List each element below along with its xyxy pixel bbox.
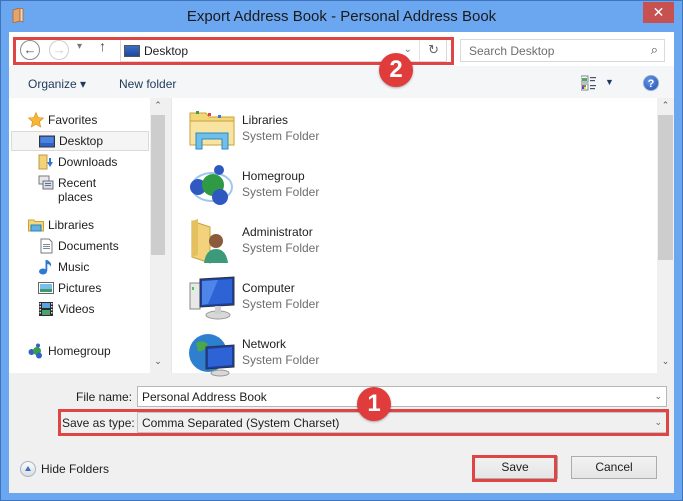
- refresh-icon[interactable]: ↻: [428, 42, 439, 58]
- dialog-body: ← → ▾ ↑ Desktop ⌄ ↻ Search Desktop ⌕ Org…: [9, 32, 674, 493]
- videos-icon: [39, 302, 53, 316]
- star-icon: [28, 112, 44, 128]
- collapse-arrow-icon: [20, 461, 36, 477]
- item-name: Administrator: [242, 225, 313, 239]
- address-separator: [419, 40, 420, 61]
- navigation-pane: Favorites Desktop Downloads Recent place…: [9, 98, 166, 373]
- command-toolbar: Organize ▾ New folder ▼ ?: [9, 66, 674, 98]
- save-button[interactable]: Save: [472, 456, 558, 479]
- item-name: Computer: [242, 281, 295, 295]
- annotation-badge-1: 1: [357, 387, 391, 421]
- forward-button[interactable]: →: [49, 40, 69, 60]
- item-name: Libraries: [242, 113, 289, 127]
- sidebar-label: Homegroup: [48, 344, 111, 358]
- search-placeholder: Search Desktop: [469, 44, 555, 58]
- sidebar-item-desktop[interactable]: Desktop: [11, 131, 149, 151]
- close-icon: ✕: [652, 4, 665, 20]
- save-type-label: Save as type:: [62, 416, 135, 430]
- sidebar-label: Videos: [58, 302, 95, 316]
- scroll-down-icon[interactable]: ⌄: [150, 356, 166, 367]
- sidebar-label: Pictures: [58, 281, 102, 295]
- close-button[interactable]: ✕: [643, 2, 674, 23]
- scroll-up-icon[interactable]: ⌃: [657, 100, 674, 111]
- list-item-network[interactable]: Network System Folder: [188, 327, 488, 379]
- computer-icon: [189, 276, 235, 320]
- item-type: System Folder: [242, 353, 320, 367]
- search-input[interactable]: Search Desktop ⌕: [460, 39, 665, 62]
- file-name-input[interactable]: Personal Address Book ⌄: [137, 386, 667, 407]
- organize-button[interactable]: Organize ▾: [28, 77, 86, 91]
- downloads-icon: [38, 154, 53, 170]
- item-type: System Folder: [242, 241, 320, 255]
- window-title: Export Address Book - Personal Address B…: [186, 8, 497, 25]
- item-type: System Folder: [242, 297, 320, 311]
- sidebar-label: Desktop: [59, 134, 104, 148]
- sidebar-scroll-thumb[interactable]: [151, 115, 165, 255]
- item-name: Network: [242, 337, 287, 351]
- hide-folders-label: Hide Folders: [41, 462, 110, 476]
- item-name: Homegroup: [242, 169, 305, 183]
- libraries-icon: [28, 219, 44, 232]
- search-icon[interactable]: ⌕: [651, 42, 658, 58]
- sidebar-label: Libraries: [48, 218, 95, 232]
- dialog-footer: Hide Folders Save Cancel: [9, 444, 674, 493]
- list-item-libraries[interactable]: Libraries System Folder: [188, 103, 488, 155]
- help-icon: ?: [647, 78, 655, 90]
- file-name-dropdown-icon[interactable]: ⌄: [654, 391, 662, 402]
- list-item-homegroup[interactable]: Homegroup System Folder: [188, 159, 488, 211]
- sidebar-label: Favorites: [48, 113, 98, 127]
- libraries-folder-icon: [189, 111, 235, 150]
- help-button[interactable]: ?: [643, 75, 659, 91]
- save-type-value: Comma Separated (System Charset): [142, 416, 340, 430]
- music-icon: [39, 260, 52, 275]
- new-folder-button[interactable]: New folder: [119, 77, 176, 91]
- sidebar-label: Music: [58, 260, 90, 274]
- file-name-value: Personal Address Book: [142, 390, 267, 404]
- address-text: Desktop: [144, 44, 189, 58]
- address-dropdown-icon[interactable]: ⌄: [404, 44, 412, 55]
- cancel-button[interactable]: Cancel: [571, 456, 657, 479]
- annotation-badge-2: 2: [379, 53, 413, 87]
- forward-arrow-icon: →: [52, 42, 66, 57]
- file-list-scrollbar[interactable]: ⌃ ⌄: [657, 98, 674, 373]
- file-name-label: File name:: [76, 390, 133, 404]
- title-bar: Export Address Book - Personal Address B…: [1, 1, 682, 33]
- homegroup-icon: [190, 165, 233, 205]
- homegroup-icon: [28, 343, 42, 359]
- up-button[interactable]: ↑: [99, 38, 106, 54]
- sidebar-scrollbar[interactable]: ⌃ ⌄: [150, 98, 166, 373]
- sidebar-label: Recent places: [58, 176, 97, 204]
- save-type-select[interactable]: Comma Separated (System Charset) ⌄: [137, 412, 667, 433]
- list-item-administrator[interactable]: Administrator System Folder: [188, 215, 488, 267]
- item-type: System Folder: [242, 185, 320, 199]
- scroll-down-icon[interactable]: ⌄: [657, 356, 674, 367]
- sidebar-label: Documents: [58, 239, 119, 253]
- documents-icon: [40, 238, 53, 254]
- back-arrow-icon: ←: [23, 42, 37, 57]
- recent-locations-dropdown[interactable]: ▾: [77, 41, 82, 52]
- desktop-icon: [124, 45, 140, 57]
- change-view-icon[interactable]: [581, 75, 597, 91]
- navigation-bar: ← → ▾ ↑ Desktop ⌄ ↻ Search Desktop ⌕: [9, 32, 674, 66]
- back-button[interactable]: ←: [20, 40, 40, 60]
- desktop-icon: [39, 135, 55, 148]
- file-list-scroll-thumb[interactable]: [658, 115, 673, 260]
- item-type: System Folder: [242, 129, 320, 143]
- export-dialog: Export Address Book - Personal Address B…: [0, 0, 683, 501]
- scroll-up-icon[interactable]: ⌃: [150, 100, 166, 111]
- recent-places-icon: [38, 175, 54, 190]
- pictures-icon: [38, 282, 54, 294]
- save-type-dropdown-icon[interactable]: ⌄: [654, 417, 662, 428]
- views-dropdown[interactable]: ▼: [605, 77, 614, 87]
- user-folder-icon: [191, 219, 228, 264]
- sidebar-label: Downloads: [58, 155, 118, 169]
- file-list: Libraries System Folder Homegroup System…: [171, 98, 674, 377]
- list-item-computer[interactable]: Computer System Folder: [188, 271, 488, 323]
- network-icon: [189, 334, 235, 377]
